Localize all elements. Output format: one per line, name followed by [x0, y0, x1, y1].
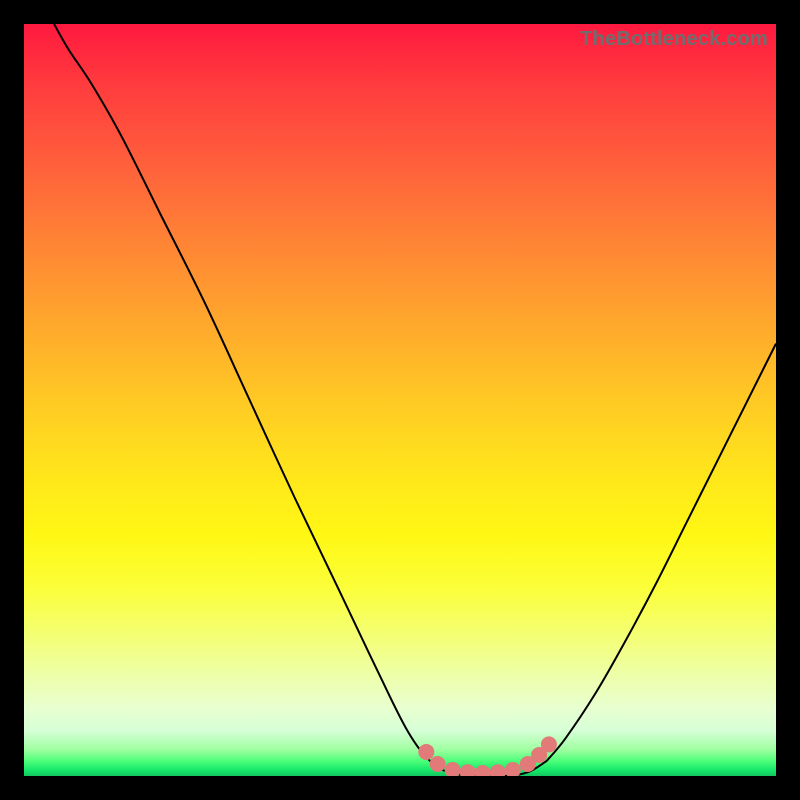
left-curve	[54, 24, 547, 776]
chart-frame: TheBottleneck.com	[0, 0, 800, 800]
valley-dot	[505, 762, 521, 776]
valley-dot	[541, 736, 557, 752]
right-curve	[547, 344, 776, 761]
bottom-dots	[418, 736, 557, 776]
curve-layer	[24, 24, 776, 776]
valley-dot	[445, 762, 461, 776]
valley-dot	[430, 756, 446, 772]
valley-dot	[490, 764, 506, 776]
valley-dot	[460, 764, 476, 776]
valley-dot	[418, 744, 434, 760]
plot-area: TheBottleneck.com	[24, 24, 776, 776]
valley-dot	[475, 765, 491, 776]
